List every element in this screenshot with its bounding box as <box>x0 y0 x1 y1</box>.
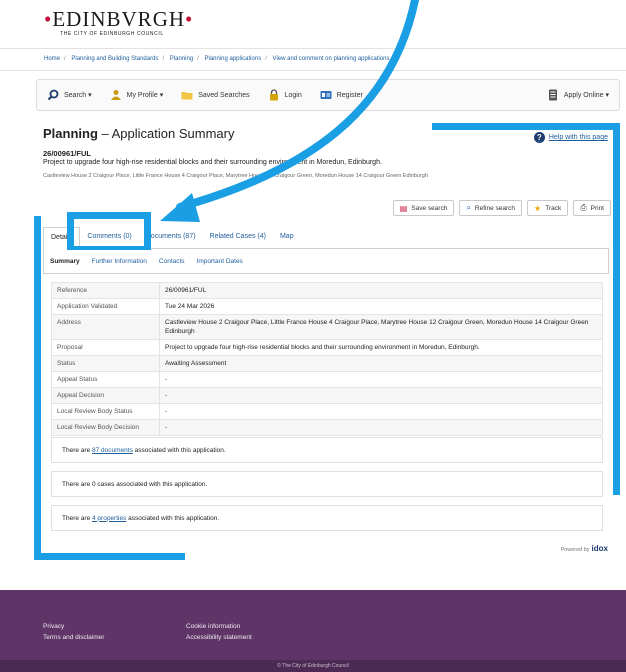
annotation-arrow <box>160 0 419 222</box>
